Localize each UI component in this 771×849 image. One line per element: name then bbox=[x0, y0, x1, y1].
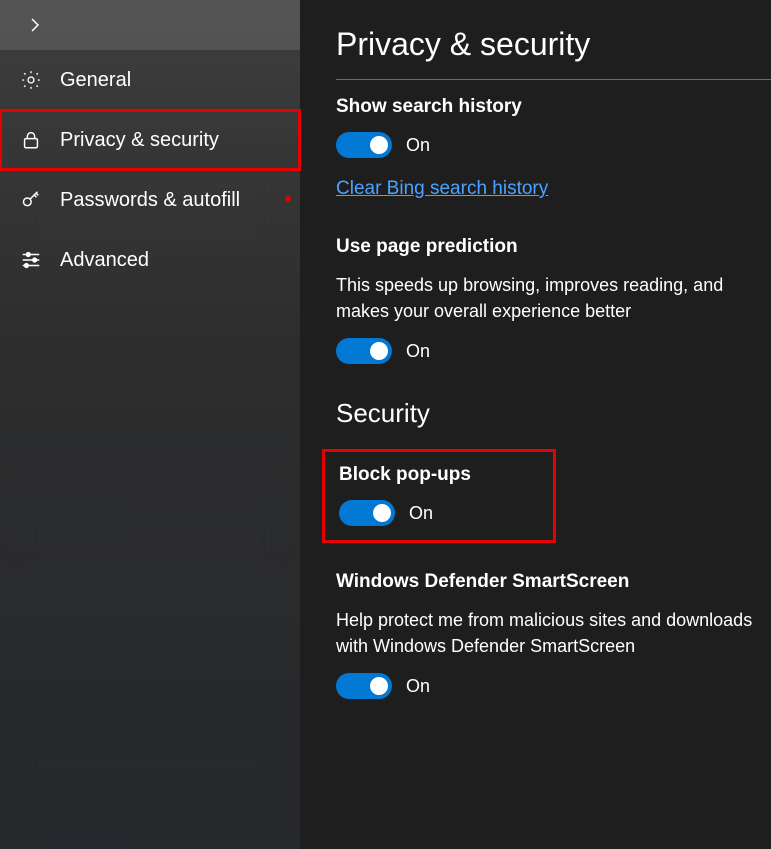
setting-title: Windows Defender SmartScreen bbox=[336, 571, 771, 593]
toggle-state-label: On bbox=[406, 135, 430, 156]
chevron-right-icon bbox=[24, 14, 46, 36]
highlighted-block-popups: Block pop-ups On bbox=[322, 449, 556, 543]
toggle-state-label: On bbox=[409, 503, 433, 524]
divider bbox=[336, 79, 771, 80]
sidebar-item-label: Advanced bbox=[60, 249, 149, 272]
setting-title: Show search history bbox=[336, 96, 771, 118]
sidebar-item-passwords-autofill[interactable]: Passwords & autofill bbox=[0, 170, 300, 230]
clear-bing-history-link[interactable]: Clear Bing search history bbox=[336, 178, 548, 200]
setting-description: This speeds up browsing, improves readin… bbox=[336, 272, 771, 324]
toggle-block-popups[interactable] bbox=[339, 500, 395, 526]
sliders-icon bbox=[20, 249, 42, 271]
toggle-page-prediction[interactable] bbox=[336, 338, 392, 364]
security-section-heading: Security bbox=[336, 398, 771, 429]
sidebar-item-general[interactable]: General bbox=[0, 50, 300, 110]
gear-icon bbox=[20, 69, 42, 91]
back-button[interactable] bbox=[0, 0, 300, 50]
settings-main-panel: Privacy & security Show search history O… bbox=[300, 0, 771, 849]
setting-title: Block pop-ups bbox=[339, 464, 503, 486]
setting-description: Help protect me from malicious sites and… bbox=[336, 607, 771, 659]
sidebar-item-label: Passwords & autofill bbox=[60, 189, 240, 212]
setting-page-prediction: Use page prediction This speeds up brows… bbox=[336, 236, 771, 364]
sidebar-item-privacy-security[interactable]: Privacy & security bbox=[0, 110, 300, 170]
setting-title: Use page prediction bbox=[336, 236, 771, 258]
annotation-dot bbox=[285, 196, 291, 202]
toggle-state-label: On bbox=[406, 341, 430, 362]
sidebar-item-label: General bbox=[60, 69, 131, 92]
toggle-show-search-history[interactable] bbox=[336, 132, 392, 158]
lock-icon bbox=[20, 129, 42, 151]
page-title: Privacy & security bbox=[336, 26, 771, 63]
toggle-smartscreen[interactable] bbox=[336, 673, 392, 699]
toggle-state-label: On bbox=[406, 676, 430, 697]
sidebar-item-label: Privacy & security bbox=[60, 129, 219, 152]
setting-show-search-history: Show search history On bbox=[336, 96, 771, 158]
sidebar-item-advanced[interactable]: Advanced bbox=[0, 230, 300, 290]
setting-smartscreen: Windows Defender SmartScreen Help protec… bbox=[336, 571, 771, 699]
settings-sidebar: General Privacy & security Passwords & a… bbox=[0, 0, 300, 849]
key-icon bbox=[20, 189, 42, 211]
